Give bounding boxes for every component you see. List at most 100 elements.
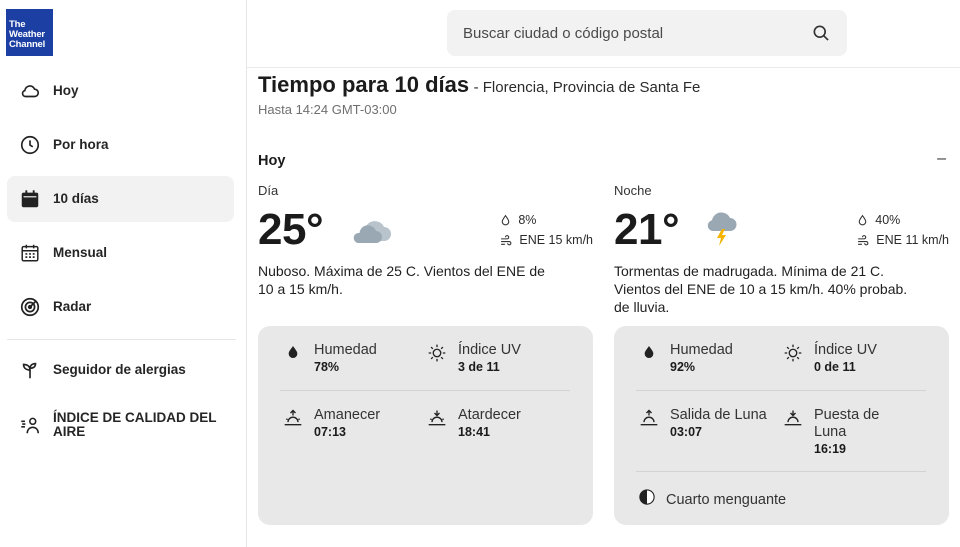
night-forecast: Noche 21° 40% ENE 11 km/h Tormentas de m… (614, 183, 949, 315)
collapse-button[interactable]: – (937, 150, 946, 168)
wind-row: ENE 15 km/h (499, 230, 593, 250)
moonrise-cell: Salida de Luna 03:07 (638, 407, 778, 439)
precip-chance: 8% (518, 213, 537, 227)
wind-value: ENE 11 km/h (876, 233, 949, 247)
temperature: 25° (258, 205, 324, 254)
sunset-label: Atardecer (458, 407, 521, 423)
sidebar-divider (7, 339, 236, 340)
logo-line-3: Channel (9, 39, 46, 50)
forecast-description: Tormentas de madrugada. Mínima de 21 C. … (614, 263, 908, 315)
sunrise-icon (282, 408, 304, 430)
wind-icon (501, 234, 512, 245)
humidity-cell: Humedad 78% (282, 342, 422, 374)
plant-icon (19, 359, 41, 381)
cloudy-icon (353, 221, 391, 243)
day-stats: 8% ENE 15 km/h (499, 210, 593, 250)
uv-label: Índice UV (814, 342, 877, 358)
page-title: Tiempo para 10 días - Florencia, Provinc… (258, 72, 700, 98)
raindrop-icon (502, 214, 510, 225)
sunset-value: 18:41 (458, 425, 490, 439)
moonset-value: 16:19 (814, 442, 846, 456)
calendar-icon (19, 188, 41, 210)
main-content: Tiempo para 10 días - Florencia, Provinc… (247, 68, 960, 547)
moonset-icon (782, 408, 804, 430)
sidebar-item-mensual[interactable]: Mensual (7, 230, 234, 276)
precip-row: 40% (856, 210, 949, 230)
humidity-label: Humedad (670, 342, 733, 358)
night-stats: 40% ENE 11 km/h (856, 210, 949, 250)
moon-phase-label: Cuarto menguante (666, 491, 787, 508)
sunset-icon (426, 408, 448, 430)
uv-label: Índice UV (458, 342, 521, 358)
cloud-icon (19, 80, 41, 102)
humidity-label: Humedad (314, 342, 377, 358)
humidity-icon (282, 343, 304, 365)
air-quality-icon (19, 414, 41, 436)
card-divider (636, 471, 926, 472)
sidebar-item-label: Mensual (53, 245, 108, 260)
thunderstorm-icon (707, 212, 737, 246)
search-bar (447, 10, 847, 56)
sunrise-label: Amanecer (314, 407, 381, 423)
moonrise-value: 03:07 (670, 425, 702, 439)
sidebar-item-por-hora[interactable]: Por hora (7, 122, 234, 168)
search-input[interactable] (447, 24, 787, 42)
sidebar: The Weather Channel Hoy Por hora 10 días… (0, 0, 247, 547)
search-icon[interactable] (811, 23, 831, 43)
clock-icon (19, 134, 41, 156)
section-title-hoy[interactable]: Hoy (258, 153, 285, 169)
sidebar-item-label: ÍNDICE DE CALIDAD DEL AIRE (53, 410, 217, 439)
moon-phase-icon (638, 488, 656, 511)
calendar-grid-icon (19, 242, 41, 264)
sidebar-item-label: Hoy (53, 83, 79, 98)
sidebar-item-hoy[interactable]: Hoy (7, 68, 234, 114)
sidebar-item-10-dias[interactable]: 10 días (7, 176, 234, 222)
sidebar-item-radar[interactable]: Radar (7, 284, 234, 330)
sunrise-value: 07:13 (314, 425, 346, 439)
humidity-value: 92% (670, 360, 696, 374)
precip-chance: 40% (875, 213, 901, 227)
sidebar-item-label: Radar (53, 299, 92, 314)
updated-time: Hasta 14:24 GMT-03:00 (258, 102, 397, 117)
precip-row: 8% (499, 210, 593, 230)
wind-row: ENE 11 km/h (856, 230, 949, 250)
location-name: - Florencia, Provincia de Santa Fe (473, 79, 701, 96)
moonrise-label: Salida de Luna (670, 407, 767, 423)
uv-index-icon (782, 343, 804, 365)
sunset-cell: Atardecer 18:41 (426, 407, 566, 439)
day-forecast: Día 25° 8% ENE 15 km/h Nuboso. Máxima de… (258, 183, 593, 297)
uv-cell: Índice UV 3 de 11 (426, 342, 566, 374)
night-details-card: Humedad 92% Índice UV 0 de 11 Salida de Lu… (614, 326, 949, 525)
card-divider (280, 390, 570, 391)
uv-index-icon (426, 343, 448, 365)
wind-value: ENE 15 km/h (519, 233, 593, 247)
card-divider (636, 390, 926, 391)
radar-icon (19, 296, 41, 318)
moonrise-icon (638, 408, 660, 430)
sidebar-item-calidad-aire[interactable]: ÍNDICE DE CALIDAD DEL AIRE (7, 402, 234, 448)
forecast-description: Nuboso. Máxima de 25 C. Vientos del ENE … (258, 263, 545, 297)
sidebar-item-seguidor-alergias[interactable]: Seguidor de alergias (7, 347, 234, 393)
day-details-card: Humedad 78% Índice UV 3 de 11 Amanecer 07:1… (258, 326, 593, 525)
moonset-label: Puesta de Luna (814, 407, 880, 440)
weather-channel-logo[interactable]: The Weather Channel (6, 9, 53, 56)
humidity-value: 78% (314, 360, 340, 374)
uv-value: 0 de 11 (814, 360, 856, 374)
humidity-icon (638, 343, 660, 365)
temperature: 21° (614, 205, 680, 254)
moonset-cell: Puesta de Luna 16:19 (782, 407, 902, 456)
raindrop-icon (858, 214, 867, 225)
moon-phase: Cuarto menguante (638, 488, 786, 511)
sidebar-item-label: Por hora (53, 137, 109, 152)
period-label: Noche (614, 183, 652, 198)
top-bar (247, 0, 960, 68)
wind-icon (858, 234, 869, 245)
sunrise-cell: Amanecer 07:13 (282, 407, 422, 439)
sidebar-item-label: 10 días (53, 191, 99, 206)
humidity-cell: Humedad 92% (638, 342, 778, 374)
uv-value: 3 de 11 (458, 360, 500, 374)
page-title-text: Tiempo para 10 días (258, 72, 470, 97)
sidebar-item-label: Seguidor de alergias (53, 362, 186, 377)
period-label: Día (258, 183, 279, 198)
uv-cell: Índice UV 0 de 11 (782, 342, 922, 374)
